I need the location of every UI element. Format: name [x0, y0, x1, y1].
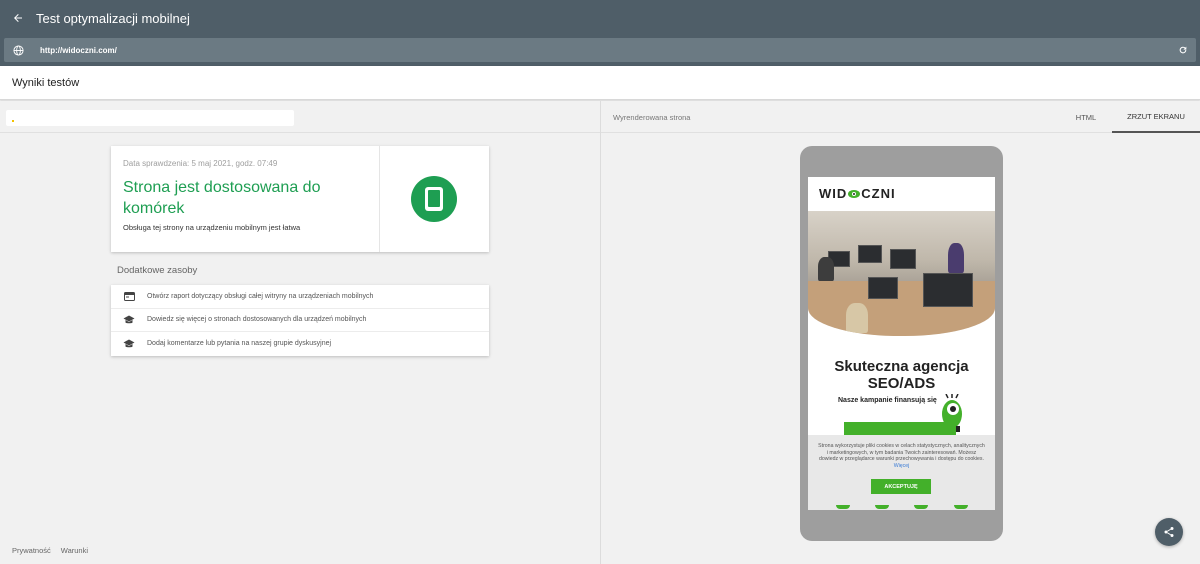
results-header: Wyniki testów: [0, 66, 1200, 100]
status-dot: [12, 120, 14, 122]
resource-label: Dodaj komentarze lub pytania na naszej g…: [147, 340, 332, 348]
tab-html[interactable]: HTML: [1056, 101, 1116, 133]
decorative-bumps: [808, 505, 995, 510]
render-subbar: Wyrenderowana strona HTML ZRZUT EKRANU: [601, 101, 1200, 133]
result-description: Obsługa tej strony na urządzeniu mobilny…: [123, 223, 301, 232]
app-title: Test optymalizacji mobilnej: [36, 10, 190, 26]
url-text: http://widoczni.com/: [40, 45, 117, 55]
tab-screenshot[interactable]: ZRZUT EKRANU: [1112, 101, 1200, 133]
url-bar[interactable]: http://widoczni.com/: [4, 38, 1196, 62]
resource-item-learn-more[interactable]: Dowiedz się więcej o stronach dostosowan…: [111, 309, 489, 332]
terms-link[interactable]: Warunki: [61, 546, 88, 555]
cookie-accept-button[interactable]: AKCEPTUJĘ: [871, 479, 931, 494]
resource-label: Dowiedz się więcej o stronach dostosowan…: [147, 316, 367, 324]
render-pane: Wyrenderowana strona HTML ZRZUT EKRANU W…: [600, 101, 1200, 564]
reload-button[interactable]: [1170, 45, 1196, 55]
url-row: http://widoczni.com/: [0, 36, 1200, 66]
resource-label: Otwórz raport dotyczący obsługi całej wi…: [147, 292, 374, 300]
logo-text-right: CZNI: [861, 186, 896, 201]
result-card: Data sprawdzenia: 5 maj 2021, godz. 07:4…: [111, 146, 489, 252]
footer: Prywatność Warunki: [12, 546, 88, 555]
logo-text-left: WID: [819, 186, 848, 201]
office-photo: [808, 211, 995, 336]
site-heading: Skuteczna agencja SEO/ADS: [808, 358, 995, 392]
share-icon: [1164, 527, 1174, 537]
globe-icon: [4, 44, 32, 56]
cookie-more-link[interactable]: Więcej: [894, 463, 910, 469]
check-date: Data sprawdzenia: 5 maj 2021, godz. 07:4…: [123, 159, 278, 168]
cookie-text: Strona wykorzystuje pliki cookies w cela…: [818, 443, 985, 469]
additional-resources-title: Dodatkowe zasoby: [117, 265, 198, 276]
additional-resources-list: Otwórz raport dotyczący obsługi całej wi…: [111, 285, 489, 356]
results-pane: Data sprawdzenia: 5 maj 2021, godz. 07:4…: [0, 101, 600, 564]
results-filter-field: [6, 110, 294, 126]
card-divider: [379, 146, 380, 252]
resource-item-discussion-group[interactable]: Dodaj komentarze lub pytania na naszej g…: [111, 332, 489, 356]
site-cta-bar: [844, 422, 956, 436]
school-icon: [111, 315, 147, 325]
cookie-banner: Strona wykorzystuje pliki cookies w cela…: [808, 435, 995, 510]
privacy-link[interactable]: Prywatność: [12, 546, 51, 555]
web-report-icon: [111, 291, 147, 301]
results-subbar: [0, 101, 600, 133]
mobile-friendly-badge: [411, 176, 457, 222]
site-subheading: Nasze kampanie finansują się: [838, 397, 937, 404]
site-logo: WID CZNI: [819, 186, 896, 201]
site-heading-line2: SEO/ADS: [867, 375, 936, 392]
result-headline: Strona jest dostosowana do komórek: [123, 179, 321, 217]
cookie-text-body: Strona wykorzystuje pliki cookies w cela…: [818, 443, 985, 462]
resource-item-site-report[interactable]: Otwórz raport dotyczący obsługi całej wi…: [111, 285, 489, 309]
back-button[interactable]: [0, 0, 36, 36]
share-button[interactable]: [1155, 518, 1183, 546]
refresh-icon: [1179, 46, 1187, 54]
site-heading-line1: Skuteczna agencja: [834, 358, 969, 375]
app-bar: Test optymalizacji mobilnej: [0, 0, 1200, 564]
school-icon: [111, 339, 147, 349]
logo-eye-icon: [848, 189, 861, 198]
render-label: Wyrenderowana strona: [613, 113, 691, 122]
rendered-page-screenshot: WID CZNI Skuteczna agencja SEO/ADS Nasze…: [808, 177, 995, 510]
phone-frame: WID CZNI Skuteczna agencja SEO/ADS Nasze…: [800, 146, 1003, 541]
smartphone-icon: [425, 187, 443, 211]
arrow-back-icon: [14, 14, 22, 22]
